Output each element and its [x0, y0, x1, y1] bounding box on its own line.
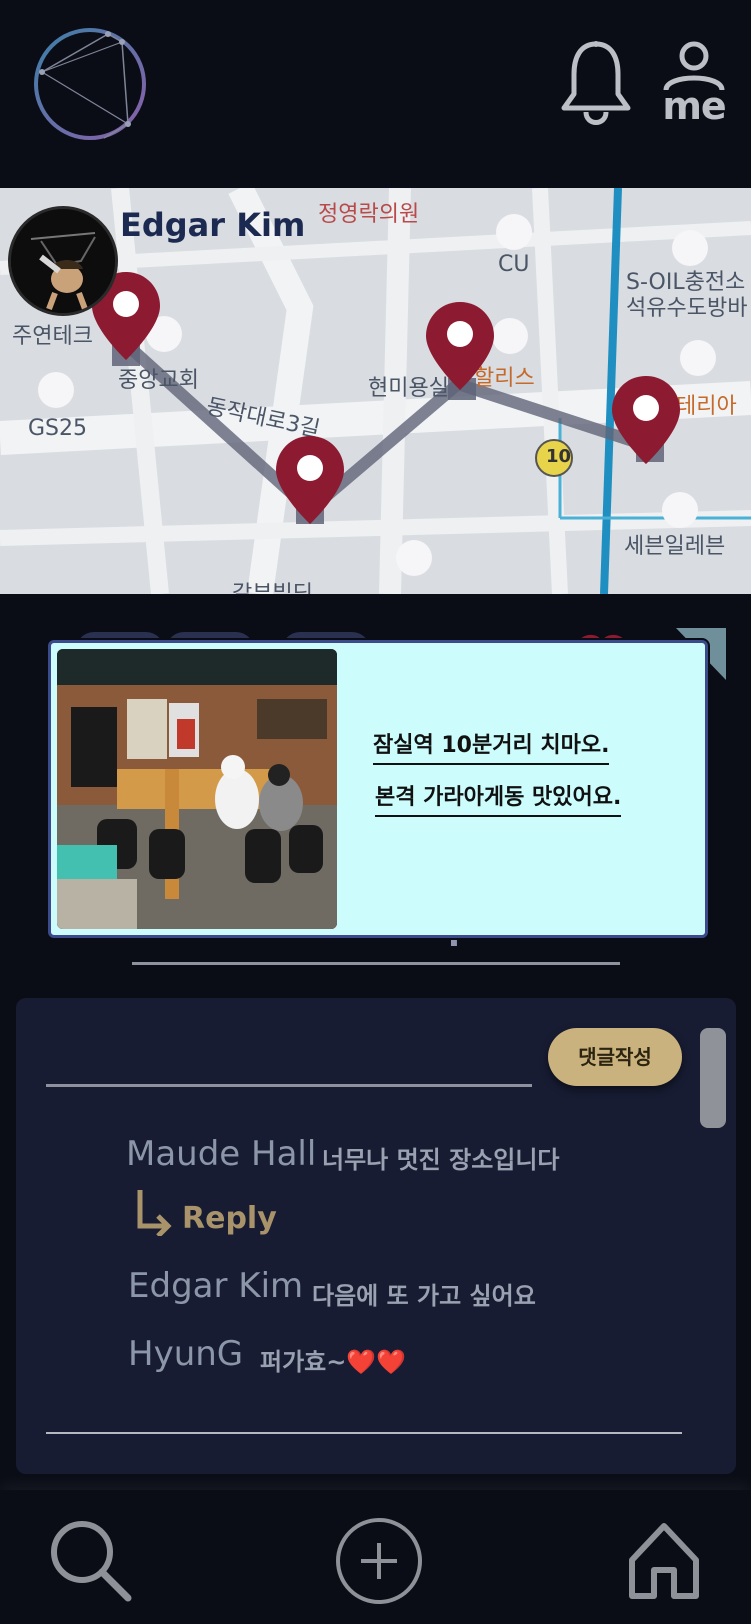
map-label: 주연테크: [12, 324, 93, 349]
logo-icon[interactable]: [32, 26, 148, 142]
avatar-illustration: [11, 209, 115, 313]
add-circle-icon[interactable]: [334, 1516, 424, 1606]
divider: [132, 962, 620, 965]
bell-icon[interactable]: [560, 38, 632, 128]
comment-author[interactable]: Edgar Kim: [128, 1266, 303, 1306]
bus-stop-label: 10: [546, 446, 572, 467]
comment-text: 너무나 멋진 장소입니다: [322, 1146, 560, 1174]
comment-author[interactable]: Maude Hall: [126, 1134, 316, 1174]
map-pin-icon[interactable]: [424, 300, 496, 392]
map-user-name[interactable]: Edgar Kim: [120, 206, 305, 244]
profile-label: me: [662, 84, 726, 128]
comment-text: 다음에 또 가고 싶어요: [312, 1282, 536, 1310]
reply-label: Reply: [182, 1201, 277, 1236]
map-label: 중앙교회: [118, 368, 199, 393]
map-label: GS25: [28, 416, 88, 441]
place-popup[interactable]: 잠실역 10분거리 치마오. 본격 가라아게동 맛있어요.: [48, 640, 708, 938]
map-label: 세븐일레븐: [624, 534, 726, 559]
write-comment-button[interactable]: 댓글작성: [548, 1028, 682, 1086]
comment-author[interactable]: HyunG: [128, 1334, 243, 1374]
map-pin-icon[interactable]: [274, 434, 346, 526]
profile-button[interactable]: me: [658, 40, 730, 130]
divider: [46, 1432, 682, 1434]
home-icon[interactable]: [626, 1520, 702, 1600]
map-label: 석유수도방바: [626, 296, 748, 321]
place-photo: [57, 649, 337, 929]
popup-description-line: 본격 가라아게동 맛있어요.: [375, 779, 622, 817]
reply-arrow-icon: [137, 1190, 172, 1236]
scrollbar[interactable]: [700, 1028, 726, 1128]
divider: [46, 1084, 532, 1087]
map-label: 테리아: [676, 394, 737, 419]
popup-description-line: 잠실역 10분거리 치마오.: [373, 727, 610, 765]
map-label: 정영락의원: [318, 202, 420, 227]
map-pin-icon[interactable]: [610, 374, 682, 466]
avatar[interactable]: [8, 206, 118, 316]
reply-button[interactable]: Reply: [134, 1188, 277, 1236]
comment-text: 퍼가효~❤️❤️: [260, 1348, 407, 1376]
map-label: 갈부빌딩: [232, 576, 313, 594]
search-icon[interactable]: [48, 1518, 132, 1602]
map-label: CU: [498, 252, 530, 277]
comments-panel[interactable]: 댓글작성 Maude Hall 너무나 멋진 장소입니다 Reply Edgar…: [16, 998, 736, 1474]
